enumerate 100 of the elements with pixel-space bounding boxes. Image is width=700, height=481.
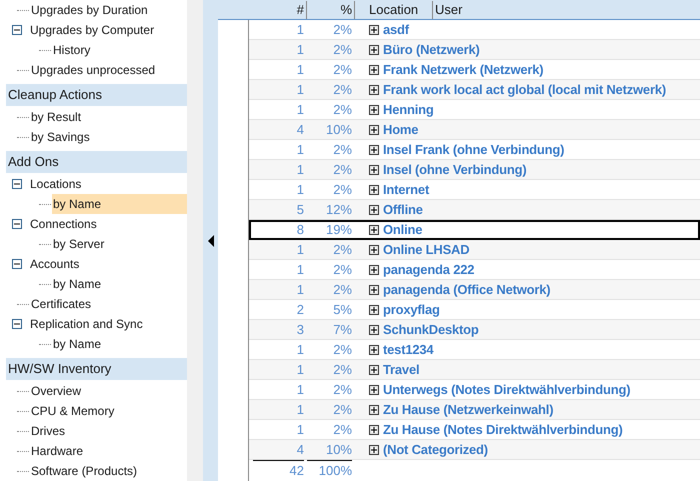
expand-icon[interactable] bbox=[369, 24, 379, 34]
percent-cell-text: 10% bbox=[324, 440, 352, 459]
percent-cell-text: 2% bbox=[332, 400, 352, 419]
count-cell-text: 1 bbox=[296, 240, 304, 259]
expand-icon[interactable] bbox=[369, 424, 379, 434]
expand-icon[interactable] bbox=[369, 344, 379, 354]
expand-icon[interactable] bbox=[369, 204, 379, 214]
expand-icon[interactable] bbox=[369, 444, 379, 454]
count-cell-text: 3 bbox=[296, 320, 304, 339]
expand-icon[interactable] bbox=[369, 164, 379, 174]
expand-icon[interactable] bbox=[369, 225, 379, 235]
table-row[interactable]: 3 7% SchunkDesktop bbox=[249, 320, 700, 340]
tree-item[interactable]: History bbox=[52, 40, 98, 60]
table-row[interactable]: 5 12% Offline bbox=[249, 200, 700, 220]
location-cell-text: asdf bbox=[383, 20, 409, 39]
table-row[interactable]: 4 10% Home bbox=[249, 120, 700, 140]
table-row[interactable]: 1 2% Insel (ohne Verbindung) bbox=[249, 160, 700, 180]
tree-item[interactable]: Drives bbox=[30, 421, 74, 441]
count-cell-text: 1 bbox=[296, 40, 304, 59]
section-header[interactable]: Add Ons bbox=[6, 151, 187, 173]
expand-icon[interactable] bbox=[369, 184, 379, 194]
count-cell-text: 1 bbox=[296, 380, 304, 399]
collapse-icon[interactable] bbox=[12, 259, 22, 269]
section-header[interactable]: HW/SW Inventory bbox=[6, 358, 187, 380]
table-row[interactable]: 1 2% Zu Hause (Netzwerkeinwahl) bbox=[249, 400, 700, 420]
location-cell-text: Insel (ohne Verbindung) bbox=[383, 160, 526, 179]
expand-icon[interactable] bbox=[369, 104, 379, 114]
tree-item[interactable]: Connections bbox=[29, 214, 105, 234]
tree-item[interactable]: Software (Products) bbox=[30, 461, 146, 481]
table-row[interactable]: 1 2% Travel bbox=[249, 360, 700, 380]
expand-icon[interactable] bbox=[369, 44, 379, 54]
count-cell-text: 1 bbox=[296, 400, 304, 419]
tree-item[interactable]: Hardware bbox=[30, 441, 92, 461]
tree-item[interactable]: Overview bbox=[30, 381, 90, 401]
percent-cell-text: 2% bbox=[332, 380, 352, 399]
percent-cell-text: 2% bbox=[332, 240, 352, 259]
percent-cell-text: 2% bbox=[332, 20, 352, 39]
expand-icon[interactable] bbox=[369, 244, 379, 254]
total-count: 42 bbox=[253, 460, 304, 480]
tree-item[interactable]: CPU & Memory bbox=[30, 401, 122, 421]
count-cell-text: 1 bbox=[296, 140, 304, 159]
collapse-icon[interactable] bbox=[12, 319, 22, 329]
count-cell-text: 1 bbox=[296, 100, 304, 119]
location-cell-text: Travel bbox=[383, 360, 420, 379]
expand-icon[interactable] bbox=[369, 84, 379, 94]
count-cell-text: 5 bbox=[296, 200, 304, 219]
expand-icon[interactable] bbox=[369, 64, 379, 74]
tree-item[interactable]: Locations bbox=[29, 174, 90, 194]
percent-cell-text: 2% bbox=[332, 360, 352, 379]
expand-icon[interactable] bbox=[369, 324, 379, 334]
location-cell-text: proxyflag bbox=[383, 300, 440, 319]
tree-item[interactable]: by Name bbox=[52, 334, 110, 354]
tree-item[interactable]: by Name bbox=[52, 274, 110, 294]
collapse-icon[interactable] bbox=[12, 179, 22, 189]
collapse-icon[interactable] bbox=[12, 219, 22, 229]
table-row[interactable]: 1 2% Online LHSAD bbox=[249, 240, 700, 260]
tree-item[interactable]: Upgrades by Duration bbox=[30, 0, 156, 20]
count-cell-text: 2 bbox=[296, 300, 304, 319]
table-row[interactable]: 1 2% Frank work local act global (local mit Netzwerk) bbox=[249, 80, 700, 100]
expand-icon[interactable] bbox=[369, 264, 379, 274]
tree-item[interactable]: by Name bbox=[52, 194, 187, 214]
expand-icon[interactable] bbox=[369, 144, 379, 154]
expand-icon[interactable] bbox=[369, 384, 379, 394]
percent-cell-text: 2% bbox=[332, 80, 352, 99]
count-cell-text: 1 bbox=[296, 280, 304, 299]
tree-item[interactable]: by Savings bbox=[30, 127, 98, 147]
table-row[interactable]: 8 19% Online bbox=[249, 220, 700, 240]
expand-icon[interactable] bbox=[369, 304, 379, 314]
tree-item[interactable]: Accounts bbox=[29, 254, 88, 274]
column-header[interactable]: Location bbox=[355, 1, 433, 19]
tree-item[interactable]: Certificates bbox=[30, 294, 100, 314]
percent-cell-text: 2% bbox=[332, 40, 352, 59]
expand-icon[interactable] bbox=[369, 124, 379, 134]
expand-icon[interactable] bbox=[369, 404, 379, 414]
tree-item[interactable]: by Server bbox=[52, 234, 112, 254]
tree-item[interactable]: Upgrades by Computer bbox=[29, 20, 162, 40]
location-cell-text: Online bbox=[383, 221, 422, 240]
tree-item[interactable]: Replication and Sync bbox=[29, 314, 151, 334]
tree-item[interactable]: Upgrades unprocessed bbox=[30, 60, 164, 80]
column-header[interactable]: % bbox=[307, 1, 355, 19]
location-cell-text: SchunkDesktop bbox=[383, 320, 479, 339]
location-cell-text: Frank work local act global (local mit Netzwerk) bbox=[383, 80, 666, 99]
column-header[interactable]: User bbox=[433, 1, 462, 19]
location-cell-text: test1234 bbox=[383, 340, 434, 359]
expand-icon[interactable] bbox=[369, 364, 379, 374]
collapse-icon[interactable] bbox=[12, 25, 22, 35]
table-row[interactable]: 4 10% (Not Categorized) bbox=[249, 440, 700, 460]
location-cell-text: Frank Netzwerk (Netzwerk) bbox=[383, 60, 544, 79]
count-cell-text: 1 bbox=[296, 340, 304, 359]
table-row[interactable]: 1 2% Büro (Netzwerk) bbox=[249, 40, 700, 60]
location-cell-text: Büro (Netzwerk) bbox=[383, 40, 480, 59]
expand-icon[interactable] bbox=[369, 284, 379, 294]
location-cell-text: Internet bbox=[383, 180, 430, 199]
tree-item[interactable]: by Result bbox=[30, 107, 90, 127]
count-cell-text: 1 bbox=[296, 180, 304, 199]
table-row[interactable]: 1 2% panagenda (Office Network) bbox=[249, 280, 700, 300]
column-header[interactable]: # bbox=[248, 1, 307, 19]
collapse-arrow-icon[interactable] bbox=[208, 234, 214, 246]
section-header[interactable]: Cleanup Actions bbox=[6, 84, 187, 106]
count-cell-text: 4 bbox=[296, 120, 304, 139]
